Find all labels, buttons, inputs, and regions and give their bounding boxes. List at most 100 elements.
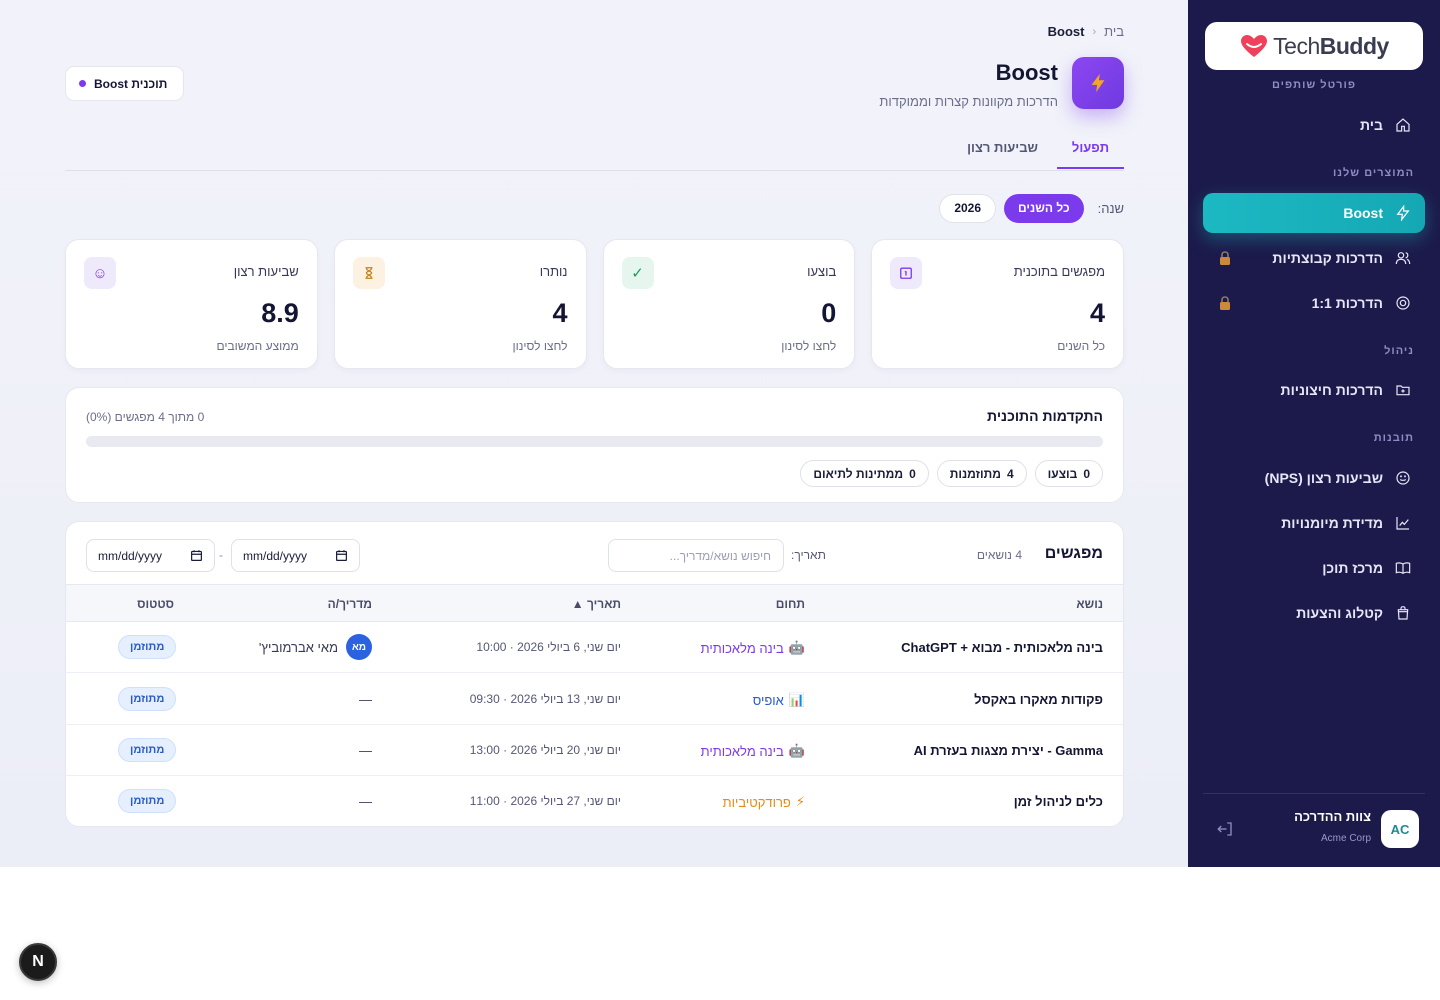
folder-plus-icon bbox=[1396, 385, 1410, 396]
table-row[interactable]: בינה מלאכותית - מבוא + ChatGPT 🤖 בינה מלא… bbox=[66, 622, 1123, 673]
session-domain: 📊 אופיס bbox=[752, 692, 805, 708]
lock-icon bbox=[1220, 251, 1230, 265]
sidebar-item-home[interactable]: בית bbox=[1203, 105, 1425, 145]
smile-icon bbox=[1396, 471, 1410, 485]
progress-title: התקדמות התוכנית bbox=[987, 408, 1103, 424]
year-filter: שנה: כל השנים 2026 bbox=[939, 193, 1124, 223]
nav-section-insights: תובנות bbox=[1373, 432, 1414, 444]
year-option-all[interactable]: כל השנים bbox=[1004, 193, 1084, 223]
stat-label: בוצעו bbox=[807, 264, 837, 279]
breadcrumb-home[interactable]: בית bbox=[1104, 24, 1124, 39]
sidebar-item-label: בית bbox=[1360, 117, 1383, 133]
stat-card-completed[interactable]: בוצעו ✓ 0 לחצו לסינון bbox=[602, 239, 856, 369]
sidebar-item-label: מרכז תוכן bbox=[1322, 560, 1383, 576]
sidebar-item-content-center[interactable]: מרכז תוכן bbox=[1203, 548, 1425, 588]
session-date: יום שני, 27 ביולי 2026 · 11:00 bbox=[469, 794, 621, 808]
robot-icon: 🤖 bbox=[788, 743, 805, 758]
table-header: נושא תחום תאריך ▲ מדריך/ה סטטוס bbox=[66, 584, 1123, 622]
sidebar-item-external-trainings[interactable]: הדרכות חיצוניות bbox=[1203, 370, 1425, 410]
home-icon bbox=[1396, 118, 1410, 132]
plan-status-dot bbox=[79, 80, 86, 87]
session-domain: 🤖 בינה מלאכותית bbox=[700, 640, 805, 656]
robot-icon: 🤖 bbox=[788, 640, 805, 655]
column-date[interactable]: תאריך ▲ bbox=[572, 597, 621, 611]
tab-operations[interactable]: תפעול bbox=[1057, 140, 1124, 169]
status-badge: מתוזמן bbox=[118, 789, 177, 813]
breadcrumb-separator: ‹ bbox=[1092, 25, 1097, 38]
session-date: יום שני, 20 ביולי 2026 · 13:00 bbox=[469, 743, 621, 757]
user-company: Acme Corp bbox=[1320, 833, 1371, 844]
table-row[interactable]: פקודות מאקרו באקסל 📊 אופיס יום שני, 13 בי… bbox=[66, 674, 1123, 725]
breadcrumb: בית ‹ Boost bbox=[1048, 24, 1124, 39]
session-coach: מא מאי אברמוביץ' bbox=[259, 634, 372, 660]
year-option-2026[interactable]: 2026 bbox=[939, 193, 997, 223]
sidebar-item-boost[interactable]: Boost bbox=[1203, 193, 1425, 233]
session-coach: — bbox=[359, 692, 372, 707]
status-badge: מתוזמן bbox=[118, 738, 177, 762]
stat-label: נותרו bbox=[539, 264, 568, 279]
smile-icon: ☺ bbox=[84, 257, 116, 289]
date-to-input[interactable]: mm/dd/yyyy bbox=[86, 539, 215, 572]
users-icon bbox=[1395, 252, 1411, 265]
stat-sub: ממוצע המשובים bbox=[216, 339, 299, 353]
stat-card-satisfaction[interactable]: שביעות רצון ☺ 8.9 ממוצע המשובים bbox=[65, 239, 318, 369]
progress-meta: 0 מתוך 4 מפגשים (0%) bbox=[86, 410, 205, 424]
stat-card-sessions[interactable]: מפגשים בתוכנית 4 כל השנים bbox=[871, 239, 1124, 369]
sidebar-item-skills[interactable]: מדידת מיומנויות bbox=[1203, 503, 1425, 543]
sidebar-divider bbox=[1203, 793, 1425, 794]
sidebar-item-catalog[interactable]: קטלוג והצעות bbox=[1203, 593, 1425, 633]
column-status[interactable]: סטטוס bbox=[137, 597, 174, 611]
date-from-input[interactable]: mm/dd/yyyy bbox=[231, 539, 360, 572]
session-topic: כלים לניהול זמן bbox=[1013, 794, 1103, 809]
table-row[interactable]: כלים לניהול זמן ⚡ פרודקטיביות יום שני, 27… bbox=[66, 776, 1123, 826]
sidebar-item-nps[interactable]: שביעות רצון (NPS) bbox=[1203, 458, 1425, 498]
portal-label: פורטל שותפים bbox=[1271, 79, 1356, 91]
heart-logo-icon bbox=[1241, 35, 1268, 57]
date-filter-label: תאריך: bbox=[791, 548, 826, 562]
logout-icon[interactable] bbox=[1216, 820, 1234, 838]
user-name: צוות ההדרכה bbox=[1294, 809, 1371, 824]
search-input[interactable] bbox=[608, 539, 784, 572]
sidebar-item-label: קטלוג והצעות bbox=[1296, 605, 1383, 621]
column-coach[interactable]: מדריך/ה bbox=[328, 597, 372, 611]
page-subtitle: הדרכות מקוונות קצרות וממוקדות bbox=[879, 94, 1058, 109]
sidebar-item-label: שביעות רצון (NPS) bbox=[1264, 470, 1383, 486]
progress-chip-completed[interactable]: 0 בוצעו bbox=[1034, 460, 1103, 487]
stat-label: שביעות רצון bbox=[233, 264, 299, 279]
column-topic[interactable]: נושא bbox=[1076, 597, 1103, 611]
sidebar-item-label: Boost bbox=[1343, 205, 1383, 221]
progress-bar bbox=[86, 436, 1103, 447]
lightning-icon bbox=[1396, 205, 1410, 221]
table-row[interactable]: Gamma - יצירת מצגות בעזרת AI 🤖 בינה מלאכו… bbox=[66, 725, 1123, 776]
calendar-icon bbox=[191, 550, 202, 561]
tabs: תפעול שביעות רצון bbox=[65, 130, 1124, 171]
sidebar-item-label: הדרכות קבוצתיות bbox=[1272, 250, 1383, 266]
sidebar-item-one-on-one[interactable]: הדרכות 1:1 bbox=[1203, 283, 1425, 323]
lock-icon bbox=[1220, 296, 1230, 310]
stat-label: מפגשים בתוכנית bbox=[1013, 264, 1105, 279]
stat-value: 0 bbox=[821, 298, 837, 328]
plan-chip[interactable]: תוכנית Boost bbox=[65, 66, 185, 101]
progress-chip-scheduled[interactable]: 4 מתוזמנות bbox=[936, 460, 1027, 487]
session-topic: Gamma - יצירת מצגות בעזרת AI bbox=[913, 743, 1103, 758]
tab-satisfaction[interactable]: שביעות רצון bbox=[967, 140, 1038, 155]
stat-value: 8.9 bbox=[261, 298, 299, 328]
progress-chip-pending[interactable]: 0 ממתינות לתיאום bbox=[800, 460, 929, 487]
sessions-table-card: מפגשים 4 נושאים תאריך: mm/dd/yyyy - mm/d… bbox=[65, 521, 1124, 827]
sidebar-item-label: הדרכות 1:1 bbox=[1311, 295, 1383, 311]
progress-chips: 0 בוצעו 4 מתוזמנות 0 ממתינות לתיאום bbox=[800, 460, 1103, 487]
column-domain[interactable]: תחום bbox=[776, 597, 805, 611]
avatar: מא bbox=[346, 634, 372, 660]
bar-chart-icon: 📊 bbox=[788, 692, 805, 707]
sidebar-item-label: הדרכות חיצוניות bbox=[1280, 382, 1383, 398]
sidebar-item-group-trainings[interactable]: הדרכות קבוצתיות bbox=[1203, 238, 1425, 278]
logo[interactable]: TechBuddy bbox=[1205, 22, 1423, 70]
lightning-icon: ⚡ bbox=[795, 794, 805, 809]
bag-icon bbox=[1397, 606, 1409, 620]
dev-badge[interactable]: N bbox=[19, 943, 57, 981]
session-domain: 🤖 בינה מלאכותית bbox=[700, 743, 805, 759]
stat-card-remaining[interactable]: נותרו 4 לחצו לסינון bbox=[333, 239, 587, 369]
user-avatar[interactable]: AC bbox=[1381, 810, 1419, 848]
status-badge: מתוזמן bbox=[118, 687, 177, 711]
stat-cards: מפגשים בתוכנית 4 כל השנים בוצעו ✓ 0 לחצו… bbox=[65, 239, 1124, 369]
